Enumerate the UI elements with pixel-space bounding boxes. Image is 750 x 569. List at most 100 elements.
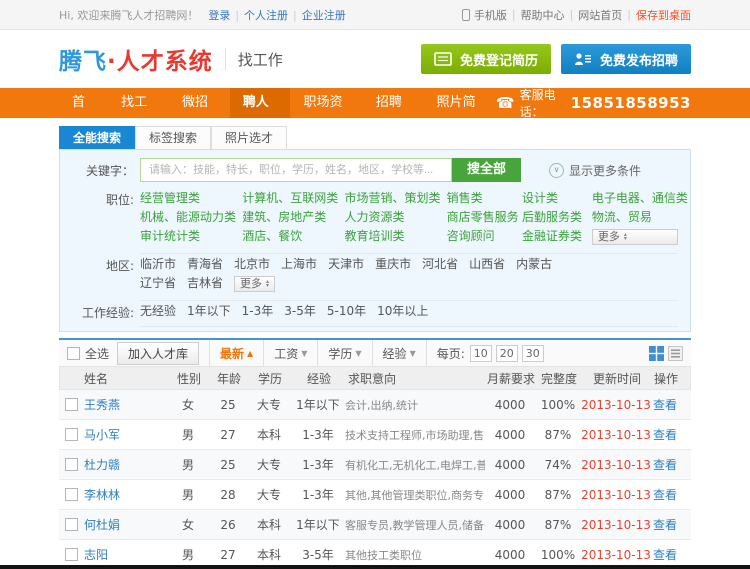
view-resume-link[interactable]: 查看: [651, 546, 679, 563]
topbar: Hi, 欢迎来腾飞人才招聘网！ 登录 | 个人注册 | 企业注册 手机版 | 帮助中心 | 网站…: [0, 0, 750, 30]
service-phone-number: 15851858953: [570, 94, 691, 112]
post-job-label: 免费发布招聘: [599, 53, 678, 69]
position-link-16[interactable]: 金融证券类: [522, 229, 592, 245]
add-to-talent-pool-button[interactable]: 加入人才库: [117, 341, 200, 365]
sort-3[interactable]: 经验 ▼: [373, 340, 427, 366]
position-link-6[interactable]: 机械、能源动力类: [140, 210, 242, 224]
region-link-7[interactable]: 山西省: [469, 257, 505, 271]
position-link-9[interactable]: 商店零售服务: [447, 210, 522, 224]
region-link2-0[interactable]: 辽宁省: [140, 276, 176, 292]
save-to-desktop-link[interactable]: 保存到桌面: [636, 7, 691, 23]
nav-item-6[interactable]: 照片简历: [424, 88, 496, 140]
resume-name-link[interactable]: 志阳: [84, 546, 108, 563]
region-more-button[interactable]: 更多: [234, 276, 276, 292]
experience-link-4[interactable]: 5-10年: [327, 304, 366, 318]
nav-item-4[interactable]: 职场资讯: [290, 88, 362, 140]
position-more-button[interactable]: 更多: [591, 229, 678, 245]
nav-item-0[interactable]: 首页: [59, 88, 108, 140]
nav-item-5[interactable]: 招聘会: [363, 88, 424, 140]
logo[interactable]: 腾飞·人才系统: [59, 42, 213, 76]
view-resume-link[interactable]: 查看: [651, 456, 679, 473]
position-link-13[interactable]: 酒店、餐饮: [242, 229, 344, 245]
position-link-5[interactable]: 电子电器、通信类: [592, 191, 688, 205]
experience-link-2[interactable]: 1-3年: [242, 304, 274, 318]
position-link-11[interactable]: 物流、贸易: [592, 210, 678, 224]
position-link-2[interactable]: 市场营销、策划类: [344, 191, 446, 205]
region-link-5[interactable]: 重庆市: [375, 257, 411, 271]
experience-link-3[interactable]: 3-5年: [284, 304, 316, 318]
region-link2-1[interactable]: 吉林省: [187, 276, 223, 292]
utility-link-0[interactable]: 手机版: [474, 7, 507, 23]
utility-link-2[interactable]: 网站首页: [578, 7, 622, 23]
position-link-8[interactable]: 人力资源类: [344, 210, 446, 224]
position-link-10[interactable]: 后勤服务类: [522, 210, 592, 224]
keyword-input[interactable]: [140, 158, 452, 182]
region-link-3[interactable]: 上海市: [281, 257, 317, 271]
resume-name-link[interactable]: 李林林: [84, 486, 120, 503]
region-link-2[interactable]: 北京市: [234, 257, 270, 271]
experience-link-1[interactable]: 1年以下: [187, 304, 231, 318]
experience-link-5[interactable]: 10年以上: [377, 304, 428, 318]
tab-2[interactable]: 照片选才: [211, 126, 288, 149]
position-link-3[interactable]: 销售类: [447, 191, 522, 205]
nav-item-2[interactable]: 微招聘: [169, 88, 230, 140]
row-checkbox[interactable]: [65, 548, 78, 561]
sort-1[interactable]: 工资 ▼: [264, 340, 319, 366]
experience-link-0[interactable]: 无经验: [140, 304, 176, 318]
auth-link-2[interactable]: 企业注册: [302, 9, 346, 22]
cell-gender: 女: [181, 398, 194, 412]
resume-name-link[interactable]: 王秀燕: [84, 396, 120, 413]
list-view-icon[interactable]: [668, 345, 683, 361]
column-header-1: 性别: [176, 371, 201, 386]
sort-2[interactable]: 学历 ▼: [318, 340, 373, 366]
region-link-1[interactable]: 青海省: [187, 257, 223, 271]
region-link-4[interactable]: 天津市: [328, 257, 364, 271]
region-link-6[interactable]: 河北省: [422, 257, 458, 271]
search-all-button[interactable]: 搜全部: [452, 158, 522, 182]
phone-icon: [496, 94, 515, 112]
row-checkbox[interactable]: [65, 518, 78, 531]
position-link-12[interactable]: 审计统计类: [140, 229, 242, 245]
row-checkbox[interactable]: [65, 398, 78, 411]
position-link-1[interactable]: 计算机、互联网类: [242, 191, 344, 205]
column-header-3: 学历: [257, 371, 282, 386]
column-header-9: 操作: [653, 371, 678, 386]
view-resume-link[interactable]: 查看: [651, 516, 679, 533]
tab-1[interactable]: 标签搜索: [135, 126, 212, 149]
cell-experience: 1-3年: [302, 458, 334, 472]
cell-gender: 男: [181, 458, 194, 472]
utility-link-1[interactable]: 帮助中心: [521, 7, 565, 23]
tab-0[interactable]: 全能搜索: [59, 126, 136, 149]
per-page-option-0[interactable]: 10: [469, 344, 492, 362]
position-link-0[interactable]: 经营管理类: [140, 191, 242, 205]
experience-links: 无经验 1年以下 1-3年 3-5年 5-10年 10年以上: [140, 304, 678, 318]
per-page-option-2[interactable]: 30: [521, 344, 544, 362]
row-checkbox[interactable]: [65, 428, 78, 441]
nav-item-3[interactable]: 聘人才: [229, 88, 291, 140]
position-link-15[interactable]: 咨询顾问: [447, 229, 522, 245]
post-job-button[interactable]: 免费发布招聘: [560, 44, 691, 74]
region-link-0[interactable]: 临沂市: [140, 257, 176, 271]
position-link-14[interactable]: 教育培训类: [344, 229, 446, 245]
view-resume-link[interactable]: 查看: [651, 486, 679, 503]
per-page-option-1[interactable]: 20: [495, 344, 518, 362]
view-resume-link[interactable]: 查看: [651, 396, 679, 413]
resume-name-link[interactable]: 马小军: [84, 426, 120, 443]
region-link-8[interactable]: 内蒙古: [516, 257, 552, 271]
resume-name-link[interactable]: 杜力赣: [84, 456, 120, 473]
view-resume-link[interactable]: 查看: [651, 426, 679, 443]
auth-link-0[interactable]: 登录: [208, 9, 230, 22]
auth-link-1[interactable]: 个人注册: [244, 9, 288, 22]
nav-item-1[interactable]: 找工作: [108, 88, 169, 140]
row-checkbox[interactable]: [65, 458, 78, 471]
position-link-4[interactable]: 设计类: [522, 191, 592, 205]
row-checkbox[interactable]: [65, 488, 78, 501]
sort-0[interactable]: 最新 ▲: [210, 340, 265, 366]
position-link-7[interactable]: 建筑、房地产类: [242, 210, 344, 224]
register-resume-button[interactable]: 免费登记简历: [420, 44, 551, 74]
grid-view-icon[interactable]: [649, 345, 664, 361]
show-more-toggle[interactable]: 显示更多条件: [549, 162, 641, 179]
cell-job-intent: 客服专员,教学管理人员,储备干部: [345, 518, 485, 532]
resume-name-link[interactable]: 何杜娟: [84, 516, 120, 533]
select-all-checkbox[interactable]: [67, 346, 80, 360]
